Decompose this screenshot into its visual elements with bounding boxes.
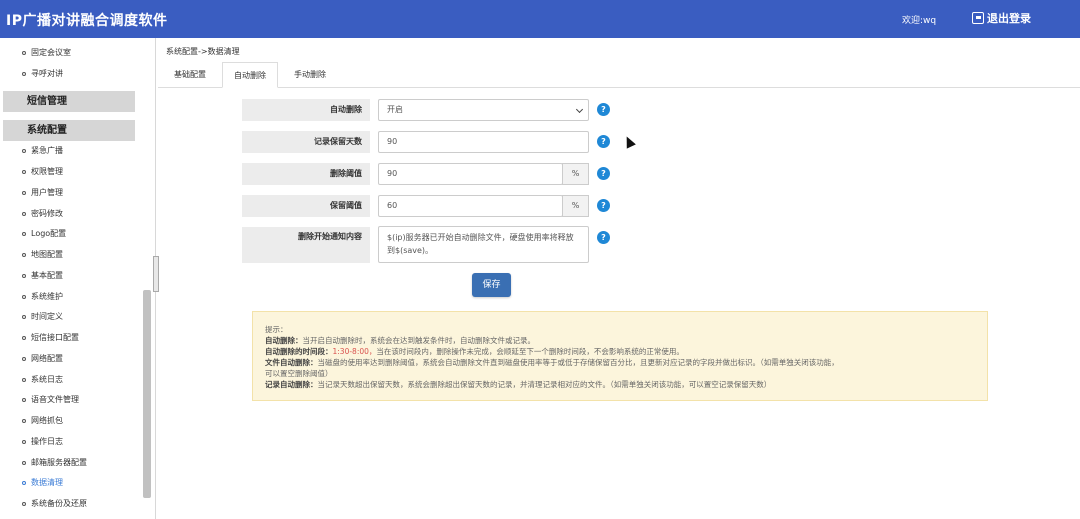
notify-content-label: 删除开始通知内容 (242, 227, 370, 263)
auto-delete-select[interactable]: 开启 (378, 99, 589, 121)
save-button[interactable]: 保存 (472, 273, 511, 297)
tips-line-time-window: 自动删除的时间段：1:30-8:00，当在该时间段内，删除操作未完成，会顺延至下… (265, 347, 684, 356)
percent-unit: % (562, 195, 589, 217)
mouse-cursor-icon (622, 134, 636, 149)
help-icon[interactable]: ? (597, 199, 610, 212)
notify-content-textarea[interactable]: $(ip)服务器已开始自动删除文件，硬盘使用率将释放到$(save)。 (378, 226, 589, 263)
help-icon[interactable]: ? (597, 135, 610, 148)
bullet-icon (22, 480, 26, 485)
sidebar-item-fixed-meeting[interactable]: 固定会议室 (22, 47, 71, 58)
sidebar-item-map[interactable]: 地图配置 (22, 249, 63, 260)
bullet-icon (22, 273, 26, 278)
bullet-icon (22, 439, 26, 444)
tips-line-auto-delete: 自动删除：当开启自动删除时，系统会在达到触发条件时，自动删除文件或记录。 (265, 336, 535, 345)
sidebar-item-emergency-broadcast[interactable]: 紧急广播 (22, 145, 63, 156)
sidebar-item-time[interactable]: 时间定义 (22, 311, 63, 322)
retain-threshold-input[interactable]: 60 (378, 195, 563, 217)
breadcrumb: 系统配置->数据清理 (166, 47, 240, 56)
retain-days-input[interactable]: 90 (378, 131, 589, 153)
top-header: IP广播对讲融合调度软件 欢迎:wq 退出登录 (0, 0, 1080, 38)
percent-unit: % (562, 163, 589, 185)
bullet-icon (22, 252, 26, 257)
sidebar-item-data-cleanup[interactable]: 数据清理 (22, 477, 63, 488)
sidebar-item-mail-server[interactable]: 邮箱服务器配置 (22, 457, 87, 468)
sidebar-item-permission[interactable]: 权限管理 (22, 166, 63, 177)
help-icon[interactable]: ? (597, 231, 610, 244)
sidebar-scrollbar[interactable] (143, 290, 151, 498)
bullet-icon (22, 397, 26, 402)
sidebar-item-logo[interactable]: Logo配置 (22, 228, 66, 239)
logout-label: 退出登录 (987, 12, 1031, 25)
auto-delete-label: 自动删除 (242, 99, 370, 121)
bullet-icon (22, 314, 26, 319)
tips-line-file-delete-cont: 可以置空删除阈值） (265, 369, 333, 378)
help-icon[interactable]: ? (597, 103, 610, 116)
bullet-icon (22, 148, 26, 153)
chevron-down-icon (575, 105, 584, 114)
tab-basic-config[interactable]: 基础配置 (162, 62, 218, 88)
bullet-icon (22, 294, 26, 299)
sidebar-item-password[interactable]: 密码修改 (22, 208, 63, 219)
sidebar-item-basic[interactable]: 基本配置 (22, 270, 63, 281)
bullet-icon (22, 377, 26, 382)
sidebar-item-voice-files[interactable]: 语音文件管理 (22, 394, 79, 405)
tab-auto-delete[interactable]: 自动删除 (222, 62, 278, 88)
bullet-icon (22, 335, 26, 340)
sidebar-item-backup-restore[interactable]: 系统备份及还原 (22, 498, 87, 509)
tips-line-file-delete: 文件自动删除：当磁盘的使用率达到删除阈值，系统会自动删除文件直到磁盘使用率等于或… (265, 358, 839, 367)
bullet-icon (22, 71, 26, 76)
retain-days-label: 记录保留天数 (242, 131, 370, 153)
sidebar-item-packet-capture[interactable]: 网络抓包 (22, 415, 63, 426)
sidebar-collapse-handle[interactable] (153, 256, 159, 292)
sidebar: 固定会议室 寻呼对讲 短信管理 系统配置 紧急广播 权限管理 用户管理 密码修改… (0, 38, 156, 519)
bullet-icon (22, 169, 26, 174)
bullet-icon (22, 501, 26, 506)
tips-panel: 提示： 自动删除：当开启自动删除时，系统会在达到触发条件时，自动删除文件或记录。… (252, 311, 988, 401)
app-title: IP广播对讲融合调度软件 (6, 13, 168, 29)
delete-threshold-label: 删除阈值 (242, 163, 370, 185)
retain-threshold-label: 保留阈值 (242, 195, 370, 217)
sidebar-item-network[interactable]: 网络配置 (22, 353, 63, 364)
sidebar-item-sms-interface[interactable]: 短信接口配置 (22, 332, 79, 343)
sidebar-item-users[interactable]: 用户管理 (22, 187, 63, 198)
tab-manual-delete[interactable]: 手动删除 (282, 62, 338, 88)
tips-title: 提示： (265, 325, 288, 334)
bullet-icon (22, 231, 26, 236)
logout-icon (972, 12, 984, 24)
tips-line-record-delete: 记录自动删除：当记录天数超出保留天数，系统会删除超出保留天数的记录，并清理记录相… (265, 380, 772, 389)
bullet-icon (22, 356, 26, 361)
welcome-text: 欢迎:wq (902, 16, 937, 26)
bullet-icon (22, 460, 26, 465)
bullet-icon (22, 190, 26, 195)
sidebar-section-sms[interactable]: 短信管理 (3, 91, 135, 112)
bullet-icon (22, 211, 26, 216)
delete-threshold-input[interactable]: 90 (378, 163, 563, 185)
help-icon[interactable]: ? (597, 167, 610, 180)
sidebar-item-maintenance[interactable]: 系统维护 (22, 291, 63, 302)
sidebar-item-operation-log[interactable]: 操作日志 (22, 436, 63, 447)
logout-button[interactable]: 退出登录 (972, 10, 1031, 26)
tab-bar: 基础配置 自动删除 手动删除 (158, 62, 1080, 88)
sidebar-item-system-log[interactable]: 系统日志 (22, 374, 63, 385)
bullet-icon (22, 50, 26, 55)
bullet-icon (22, 418, 26, 423)
sidebar-item-paging-intercom[interactable]: 寻呼对讲 (22, 68, 63, 79)
sidebar-section-system-config[interactable]: 系统配置 (3, 120, 135, 141)
